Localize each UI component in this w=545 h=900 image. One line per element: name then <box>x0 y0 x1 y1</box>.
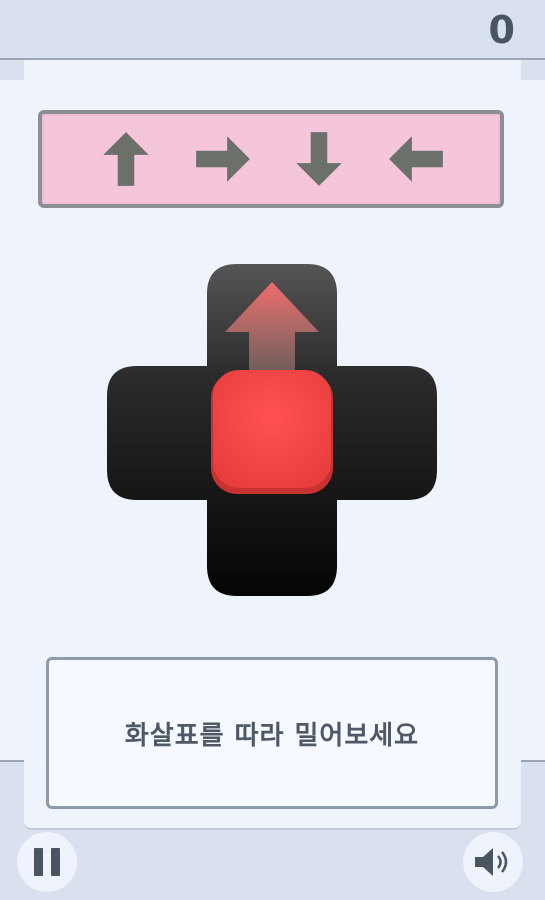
instruction-text: 화살표를 따라 밀어보세요 <box>124 720 420 751</box>
speaker-icon <box>475 848 508 876</box>
score-counter: 0 <box>488 8 515 52</box>
arrow-down-icon <box>296 132 342 186</box>
arrow-left-icon <box>388 136 443 182</box>
instruction-box: 화살표를 따라 밀어보세요 <box>46 657 498 809</box>
frame-corner-right <box>519 58 545 80</box>
arrow-right-icon <box>195 136 250 182</box>
frame-bottom-left <box>0 760 26 830</box>
frame-corner-left <box>0 58 26 80</box>
pause-button[interactable] <box>17 832 77 892</box>
frame-bottom-right <box>519 760 545 830</box>
dpad-controller[interactable] <box>107 264 437 596</box>
dpad-center-button <box>213 370 331 488</box>
arrow-up-icon <box>103 132 149 186</box>
arrow-sequence <box>38 110 504 208</box>
sound-button[interactable] <box>463 832 523 892</box>
pause-icon <box>34 848 60 876</box>
